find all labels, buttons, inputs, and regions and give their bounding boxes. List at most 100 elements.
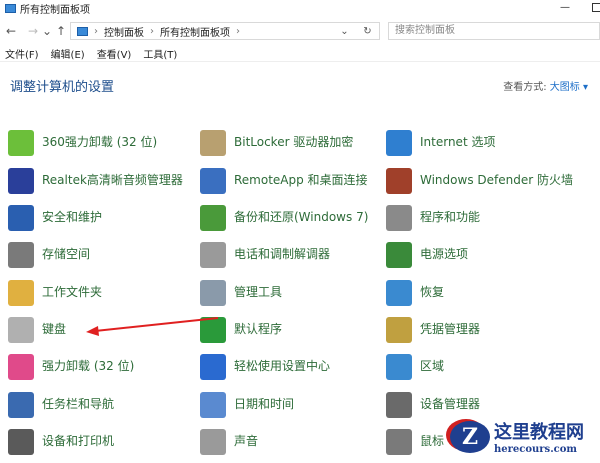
control-panel-item[interactable]: 管理工具 (200, 280, 395, 306)
window-title: 所有控制面板项 (20, 4, 90, 16)
control-panel-item[interactable]: 轻松使用设置中心 (200, 354, 395, 380)
view-by: 查看方式: 大图标 ▾ (503, 78, 588, 93)
breadcrumb-all-items[interactable]: 所有控制面板项 (160, 24, 230, 39)
credential-icon (386, 317, 412, 343)
control-panel-item[interactable]: RemoteApp 和桌面连接 (200, 168, 395, 194)
control-panel-item[interactable]: 工作文件夹 (8, 280, 203, 306)
firewall-icon (386, 168, 412, 194)
address-dropdown-button[interactable]: ⌄ (340, 26, 348, 37)
watermark-url: herecours.com (494, 444, 578, 455)
back-button[interactable]: ← (4, 24, 18, 38)
control-panel-item[interactable]: Internet 选项 (386, 130, 581, 156)
control-panel-icon (77, 26, 88, 36)
item-label: 电源选项 (420, 247, 469, 261)
item-label: 恢复 (420, 285, 445, 299)
view-by-label: 查看方式: (503, 82, 547, 93)
flag-icon (8, 205, 34, 231)
refresh-button[interactable]: ↻ (363, 26, 371, 37)
up-button[interactable]: ↑ (54, 24, 68, 38)
item-label: Windows Defender 防火墙 (420, 173, 573, 187)
watermark-title: 这里教程网 (494, 422, 584, 443)
item-label: 设备和打印机 (42, 434, 115, 448)
item-label: 电话和调制解调器 (234, 247, 331, 261)
item-label: 设备管理器 (420, 397, 481, 411)
folder-icon (8, 280, 34, 306)
mouse-icon (386, 429, 412, 455)
control-panel-item[interactable]: 存储空间 (8, 242, 203, 268)
control-panel-item[interactable]: 安全和维护 (8, 205, 203, 231)
device-manager-icon (386, 392, 412, 418)
item-label: 声音 (234, 434, 259, 448)
minimize-button[interactable]: — (560, 2, 570, 13)
bitlocker-icon (200, 130, 226, 156)
printer-icon (8, 429, 34, 455)
region-icon (386, 354, 412, 380)
sound-icon (200, 429, 226, 455)
ease-of-access-icon (200, 354, 226, 380)
datetime-icon (200, 392, 226, 418)
search-input[interactable]: 搜索控制面板 (388, 22, 600, 40)
item-label: 程序和功能 (420, 210, 481, 224)
item-label: 默认程序 (234, 322, 283, 336)
logo-z-icon: Z (450, 420, 490, 453)
backup-icon (200, 205, 226, 231)
control-panel-item[interactable]: 备份和还原(Windows 7) (200, 205, 395, 231)
control-panel-item[interactable]: 区域 (386, 354, 581, 380)
item-label: RemoteApp 和桌面连接 (234, 173, 368, 187)
item-label: 区域 (420, 359, 445, 373)
breadcrumb-control-panel[interactable]: 控制面板 (104, 24, 144, 39)
item-label: 键盘 (42, 322, 67, 336)
control-panel-item[interactable]: Windows Defender 防火墙 (386, 168, 581, 194)
uninstall-icon (8, 130, 34, 156)
remoteapp-icon (200, 168, 226, 194)
address-bar[interactable]: › 控制面板 › 所有控制面板项 › ⌄ ↻ (70, 22, 380, 40)
uninstall2-icon (8, 354, 34, 380)
control-panel-item[interactable]: 设备管理器 (386, 392, 581, 418)
control-panel-icon (5, 3, 16, 13)
forward-button[interactable]: → (26, 24, 40, 38)
control-panel-item[interactable]: 电话和调制解调器 (200, 242, 395, 268)
taskbar-icon (8, 392, 34, 418)
item-label: 任务栏和导航 (42, 397, 115, 411)
realtek-icon (8, 168, 34, 194)
internet-icon (386, 130, 412, 156)
item-label: 日期和时间 (234, 397, 295, 411)
phone-icon (200, 242, 226, 268)
control-panel-item[interactable]: 声音 (200, 429, 395, 455)
recent-locations-button[interactable]: ⌄ (40, 24, 54, 38)
control-panel-item[interactable]: 设备和打印机 (8, 429, 203, 455)
watermark-logo: Z 这里教程网 herecours.com (450, 418, 584, 455)
view-by-dropdown[interactable]: 大图标 ▾ (550, 82, 588, 93)
item-label: 安全和维护 (42, 210, 103, 224)
default-programs-icon (200, 317, 226, 343)
item-label: 360强力卸载 (32 位) (42, 135, 158, 149)
control-panel-item[interactable]: 恢复 (386, 280, 581, 306)
item-label: 存储空间 (42, 247, 91, 261)
item-label: 工作文件夹 (42, 285, 103, 299)
maximize-button[interactable] (592, 3, 600, 12)
control-panel-item[interactable]: 日期和时间 (200, 392, 395, 418)
control-panel-item[interactable]: 凭据管理器 (386, 317, 581, 343)
control-panel-item[interactable]: 程序和功能 (386, 205, 581, 231)
item-label: Realtek高清晰音频管理器 (42, 173, 183, 187)
menu-edit[interactable]: 编辑(E) (51, 46, 85, 61)
control-panel-item[interactable]: 360强力卸载 (32 位) (8, 130, 203, 156)
menu-file[interactable]: 文件(F) (5, 46, 39, 61)
menu-tools[interactable]: 工具(T) (143, 46, 177, 61)
control-panel-item[interactable]: 任务栏和导航 (8, 392, 203, 418)
control-panel-item[interactable]: 默认程序 (200, 317, 395, 343)
control-panel-item[interactable]: 电源选项 (386, 242, 581, 268)
item-label: BitLocker 驱动器加密 (234, 135, 354, 149)
item-label: 备份和还原(Windows 7) (234, 210, 369, 224)
menu-view[interactable]: 查看(V) (97, 46, 132, 61)
control-panel-item[interactable]: Realtek高清晰音频管理器 (8, 168, 203, 194)
storage-icon (8, 242, 34, 268)
item-label: 鼠标 (420, 434, 445, 448)
control-panel-item[interactable]: 键盘 (8, 317, 203, 343)
control-panel-item[interactable]: 强力卸载 (32 位) (8, 354, 203, 380)
item-label: 凭据管理器 (420, 322, 481, 336)
control-panel-item[interactable]: BitLocker 驱动器加密 (200, 130, 395, 156)
admin-tools-icon (200, 280, 226, 306)
power-icon (386, 242, 412, 268)
keyboard-icon (8, 317, 34, 343)
